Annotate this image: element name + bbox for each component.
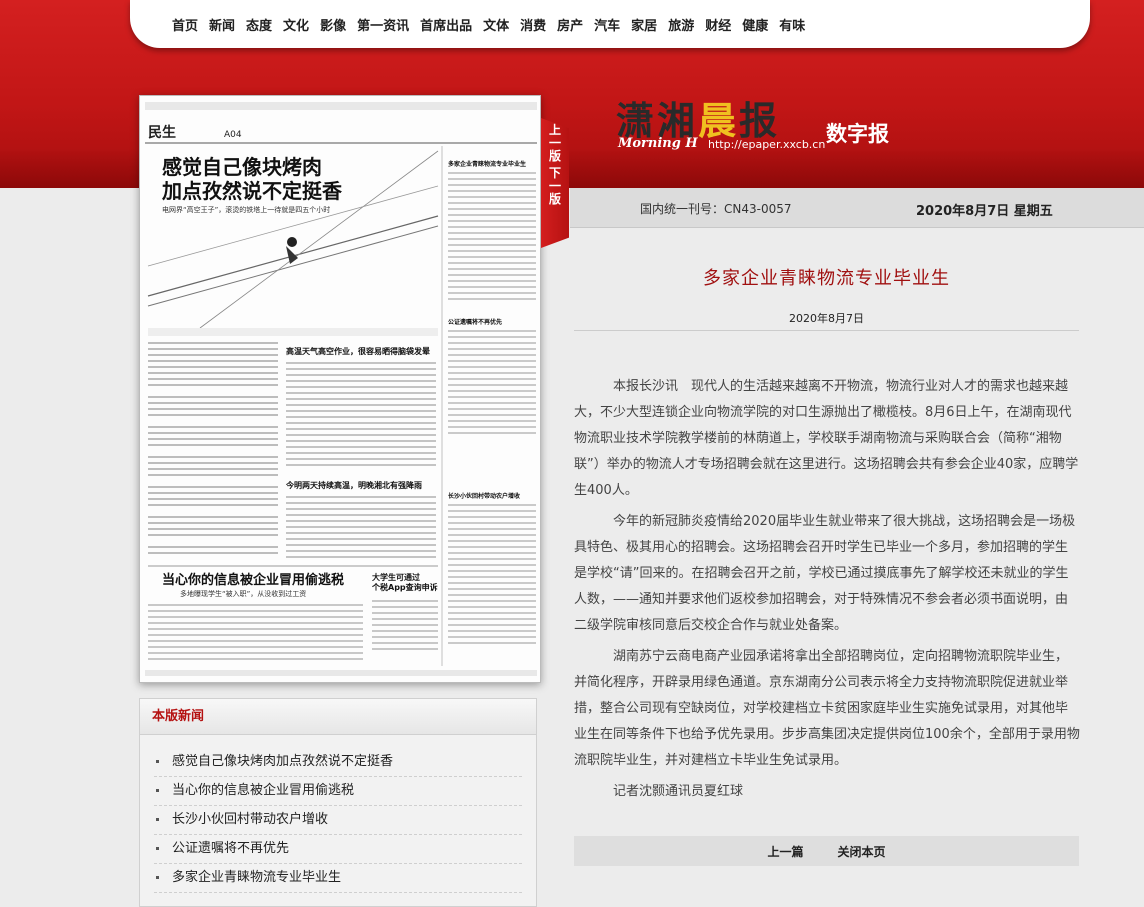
top-navigation: 首页 新闻 态度 文化 影像 第一资讯 首席出品 文体 消费 房产 汽车 家居 … <box>130 0 1090 48</box>
scan-side-headline-1: 大学生可通过 <box>372 572 420 582</box>
issue-info-bar: 国内统一刊号：CN43-0057 2020年8月7日 星期五 <box>570 188 1144 228</box>
nav-consumer[interactable]: 消费 <box>520 15 546 34</box>
issue-date: 2020年8月7日 星期五 <box>916 204 1053 219</box>
nav-sports-culture[interactable]: 文体 <box>483 15 509 34</box>
article-paragraph: 本报长沙讯 现代人的生活越来越离不开物流，物流行业对人才的需求也越来越大，不少大… <box>574 379 1079 498</box>
news-link[interactable]: 公证遗嘱将不再优先 <box>154 835 522 864</box>
nav-travel[interactable]: 旅游 <box>668 15 694 34</box>
news-link[interactable]: 感觉自己像块烤肉加点孜然说不定挺香 <box>154 748 522 777</box>
close-page-link[interactable]: 关闭本页 <box>838 843 886 860</box>
prev-article-link[interactable]: 上一篇 <box>767 843 803 860</box>
scan-mid-headline-2: 今明两天持续高温，明晚湘北有强降雨 <box>285 480 422 490</box>
scan-right-headline-1: 多家企业青睐物流专业毕业生 <box>448 160 526 168</box>
newspaper-page-scan[interactable]: 民生 A04 感觉自己像块烤肉 加点孜然说不定挺香 电网界“高空王子”，滚烫的铁… <box>139 95 541 683</box>
scan-headline-2: 加点孜然说不定挺香 <box>161 179 343 203</box>
nav-flavor[interactable]: 有味 <box>779 15 805 34</box>
nav-realestate[interactable]: 房产 <box>557 15 583 34</box>
nav-news[interactable]: 新闻 <box>209 15 235 34</box>
article-paragraph: 湖南苏宁云商电商产业园承诺将拿出全部招聘岗位，定向招聘物流职院毕业生，并简化程序… <box>574 649 1080 768</box>
page-navigator: 上一版 下一版 <box>541 118 569 248</box>
nav-home[interactable]: 首页 <box>172 15 198 34</box>
article-title: 多家企业青睐物流专业毕业生 <box>703 268 950 289</box>
logo-digital-label: 数字报 <box>826 122 889 146</box>
article-footer: 上一篇 关闭本页 <box>574 836 1079 866</box>
nav-attitude[interactable]: 态度 <box>246 15 272 34</box>
scan-headline-1: 感觉自己像块烤肉 <box>162 155 322 179</box>
news-link[interactable]: 多家企业青睐物流专业毕业生 <box>154 864 522 893</box>
article-paragraph: 今年的新冠肺炎疫情给2020届毕业生就业带来了很大挑战，这场招聘会是一场极具特色… <box>574 514 1076 633</box>
page-news-panel: 本版新闻 感觉自己像块烤肉加点孜然说不定挺香 当心你的信息被企业冒用偷逃税 长沙… <box>139 698 537 907</box>
scan-mid-headline-1: 高温天气高空作业，很容易晒得脑袋发晕 <box>286 346 430 356</box>
news-link[interactable]: 当心你的信息被企业冒用偷逃税 <box>154 777 522 806</box>
nav-culture[interactable]: 文化 <box>283 15 309 34</box>
article-date: 2020年8月7日 <box>574 310 1079 331</box>
nav-home-furnishing[interactable]: 家居 <box>631 15 657 34</box>
issn-label: 国内统一刊号：CN43-0057 <box>640 202 792 216</box>
logo-english: Morning H <box>618 136 698 151</box>
scan-bottom-headline: 当心你的信息被企业冒用偷逃税 <box>162 572 344 588</box>
scan-right-headline-3: 长沙小伙回村带动农户增收 <box>448 492 520 500</box>
logo-url: http://epaper.xxcb.cn <box>708 138 826 151</box>
nav-premiere[interactable]: 首席出品 <box>420 15 472 34</box>
page-scan-image: 民生 A04 感觉自己像块烤肉 加点孜然说不定挺香 电网界“高空王子”，滚烫的铁… <box>140 96 540 682</box>
next-page-button[interactable]: 下一版 <box>548 167 562 206</box>
article-body: 本报长沙讯 现代人的生活越来越离不开物流，物流行业对人才的需求也越来越大，不少大… <box>574 374 1080 810</box>
scan-right-headline-2: 公证遗嘱将不再优先 <box>448 318 502 326</box>
nav-finance[interactable]: 财经 <box>705 15 731 34</box>
nav-image[interactable]: 影像 <box>320 15 346 34</box>
nav-health[interactable]: 健康 <box>742 15 768 34</box>
scan-subhead: 电网界“高空王子”，滚烫的铁塔上一待就是四五个小时 <box>162 205 330 214</box>
article-author: 记者沈颢通讯员夏红球 <box>613 784 744 799</box>
scan-side-headline-2: 个税App查询申诉 <box>371 582 438 592</box>
scan-bottom-subhead: 多地曝现学生“被入职”，从没收到过工资 <box>180 589 306 598</box>
site-logo[interactable]: 潇湘晨报 Morning H http://epaper.xxcb.cn 数字报 <box>612 90 912 160</box>
nav-auto[interactable]: 汽车 <box>594 15 620 34</box>
page-news-heading: 本版新闻 <box>140 699 536 735</box>
page-news-list: 感觉自己像块烤肉加点孜然说不定挺香 当心你的信息被企业冒用偷逃税 长沙小伙回村带… <box>140 735 536 893</box>
scan-page-number: A04 <box>224 130 242 140</box>
prev-page-button[interactable]: 上一版 <box>548 124 562 163</box>
news-link[interactable]: 长沙小伙回村带动农户增收 <box>154 806 522 835</box>
nav-first-info[interactable]: 第一资讯 <box>357 15 409 34</box>
scan-section: 民生 <box>148 124 176 141</box>
